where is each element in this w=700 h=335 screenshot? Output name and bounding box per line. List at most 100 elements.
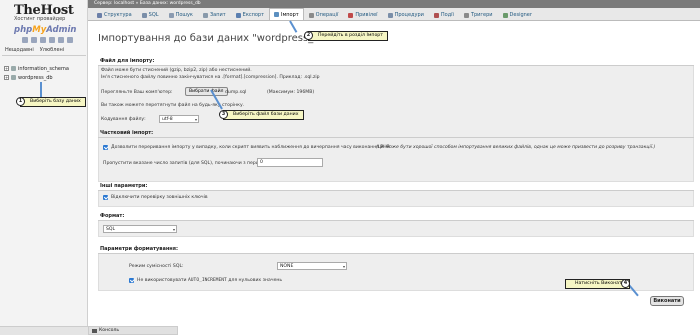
tab-routines[interactable]: Процедури — [383, 9, 429, 20]
sidebar-tabs: Нещодавні Улюблені — [2, 47, 86, 56]
max-size: (Максимум: 196MB) — [267, 90, 315, 95]
tab-wrench[interactable]: Операції — [304, 9, 344, 20]
tab-recent[interactable]: Нещодавні — [5, 47, 34, 53]
search-icon — [168, 12, 174, 18]
tab-label: Запит — [209, 12, 226, 18]
skip-queries-label: Пропустити вказане число запитів (для SQ… — [103, 161, 270, 166]
callout-2: Перейдіть в розділ Імпорт — [308, 31, 389, 41]
import-icon — [274, 12, 279, 17]
sql-icon — [141, 12, 147, 18]
db-item-wordpress-db[interactable]: + wordpress_db — [2, 73, 86, 82]
page-title: Імпортування до бази даних "wordpress_db… — [98, 33, 331, 44]
navigation-sidebar: TheHost Хостинг провайдер phpMyAdmin Нещ… — [0, 0, 88, 335]
charset-select[interactable]: utf-8 ▾ — [159, 115, 199, 123]
tab-search[interactable]: Пошук — [164, 9, 198, 20]
callout-1-arrow — [40, 82, 42, 98]
database-tree: + information_schema + wordpress_db — [2, 64, 86, 82]
allow-interrupt-checkbox[interactable] — [103, 145, 108, 150]
tab-triggers[interactable]: Тригери — [459, 9, 498, 20]
breadcrumb[interactable]: Сервер: localhost » База даних: wordpres… — [88, 0, 700, 8]
chevron-down-icon: ▾ — [342, 264, 345, 269]
pma-logo-admin: Admin — [46, 25, 77, 35]
section-header: Файл для імпорту: — [98, 57, 694, 66]
expand-icon[interactable]: + — [4, 75, 9, 80]
section-header: Частковий імпорт: — [98, 129, 694, 138]
tab-label: Designer — [509, 12, 532, 18]
tab-label: Структура — [104, 12, 132, 18]
chosen-file-name: dump.sql — [225, 90, 247, 95]
pma-logo-my: My — [32, 25, 47, 35]
other-options-section: Інші параметри: Відключити перевірку зов… — [98, 182, 694, 207]
format-value: SQL — [106, 227, 116, 232]
query-icon — [202, 12, 208, 18]
thehost-logo[interactable]: TheHost Хостинг провайдер — [14, 4, 76, 22]
tab-label: SQL — [148, 12, 159, 18]
privileges-icon — [348, 12, 354, 18]
sidebar-toolbar — [22, 37, 73, 43]
tab-structure[interactable]: Структура — [92, 9, 137, 20]
tab-designer[interactable]: Designer — [498, 9, 537, 20]
console-label: Консоль — [99, 327, 120, 333]
auto-increment-code: AUTO_INCREMENT — [188, 278, 227, 283]
callout-1-text: Виберіть базу даних — [30, 99, 81, 104]
logout-icon[interactable] — [31, 37, 37, 43]
tab-label: Тригери — [470, 12, 493, 18]
tab-privileges[interactable]: Привілеї — [343, 9, 382, 20]
wrench-icon — [308, 12, 314, 18]
tab-favorites[interactable]: Улюблені — [40, 47, 64, 53]
section-header: Формат: — [98, 212, 694, 221]
go-button[interactable]: Виконати — [650, 296, 684, 306]
sidebar-footer — [0, 326, 88, 335]
tab-sql[interactable]: SQL — [137, 9, 164, 20]
section-header: Параметри форматування: — [98, 245, 694, 254]
console-toggle[interactable]: Консоль — [88, 326, 178, 335]
choose-file-button[interactable]: Вибрати файл — [185, 87, 228, 96]
format-select[interactable]: SQL ▾ — [103, 225, 177, 233]
settings-icon[interactable] — [58, 37, 64, 43]
disable-fk-label: Відключити перевірку зовнішніх ключів — [111, 195, 208, 200]
pma-logo-php: php — [14, 25, 33, 35]
disable-fk-checkbox[interactable] — [103, 195, 108, 200]
database-icon — [11, 75, 16, 80]
callout-1: Виберіть базу даних — [20, 97, 86, 107]
export-icon — [235, 12, 241, 18]
tab-label: Події — [440, 12, 454, 18]
tab-query[interactable]: Запит — [198, 9, 231, 20]
callout-4-badge: 4 — [621, 279, 630, 288]
browse-label: Перегляньте Ваш комп'ютер: — [101, 90, 173, 95]
tab-label: Імпорт — [281, 11, 299, 18]
section-body: SQL ▾ — [98, 221, 694, 237]
format-section: Формат: SQL ▾ — [98, 212, 694, 237]
compat-mode-value: NONE — [280, 264, 294, 269]
tab-events[interactable]: Події — [429, 9, 459, 20]
compat-mode-label: Режим сумісності SQL: — [129, 264, 184, 269]
callout-3-badge: 3 — [219, 110, 228, 119]
callout-2-badge: 2 — [304, 31, 313, 40]
docs-icon[interactable] — [49, 37, 55, 43]
skip-queries-input[interactable]: 0 — [257, 158, 323, 167]
tab-label: Пошук — [175, 12, 193, 18]
db-item-information-schema[interactable]: + information_schema — [2, 64, 86, 73]
home-icon[interactable] — [22, 37, 28, 43]
tab-label: Експорт — [242, 12, 264, 18]
callout-1-badge: 1 — [16, 97, 25, 106]
chevron-down-icon: ▾ — [194, 117, 197, 122]
breadcrumb-text: Сервер: localhost » База даних: wordpres… — [94, 1, 201, 6]
callout-3-text: Виберіть файл бази даних — [233, 112, 299, 117]
database-tabs: Структура SQL Пошук Запит Експорт Імпорт Опера… — [88, 8, 700, 21]
expand-icon[interactable]: + — [4, 66, 9, 71]
structure-icon — [97, 12, 102, 18]
help-icon[interactable] — [40, 37, 46, 43]
compat-mode-select[interactable]: NONE ▾ — [277, 262, 347, 270]
phpmyadmin-logo[interactable]: phpMyAdmin — [14, 25, 76, 35]
charset-value: utf-8 — [162, 117, 173, 122]
allow-interrupt-label: Дозволити переривання імпорту у випадку,… — [111, 145, 391, 150]
no-auto-increment-checkbox[interactable] — [129, 278, 134, 283]
section-body: Дозволити переривання імпорту у випадку,… — [98, 138, 694, 182]
routines-icon — [387, 12, 393, 18]
tab-import[interactable]: Імпорт — [269, 8, 304, 20]
tab-export[interactable]: Експорт — [231, 9, 269, 20]
console-icon — [92, 328, 97, 333]
filename-note: Ім'я стисненого файлу повинно закінчуват… — [101, 75, 320, 80]
reload-icon[interactable] — [67, 37, 73, 43]
